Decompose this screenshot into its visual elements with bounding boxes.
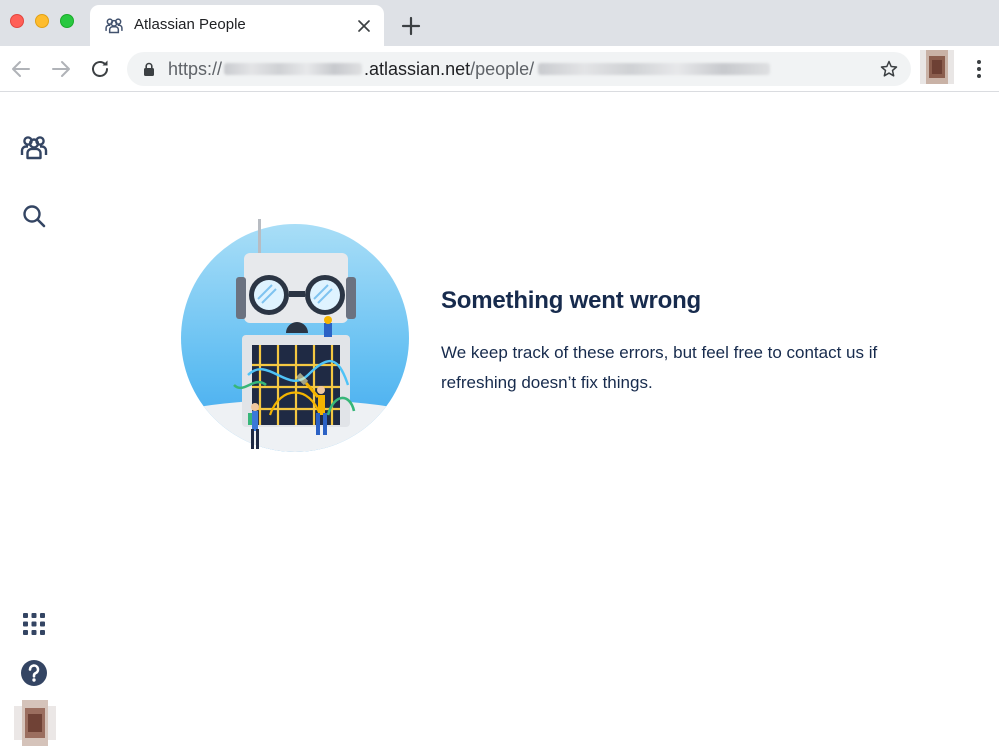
error-message: We keep track of these errors, but feel … [441,343,878,392]
people-icon[interactable] [19,132,49,162]
window-maximize-button[interactable] [60,14,74,28]
url-domain: .atlassian.net [364,58,471,79]
window-minimize-button[interactable] [35,14,49,28]
redacted-subdomain [224,63,363,75]
kebab-menu-icon[interactable] [970,58,988,80]
redacted-path [538,63,771,75]
search-icon[interactable] [19,201,49,231]
profile-avatar[interactable] [920,50,954,84]
error-title: Something went wrong [441,287,701,314]
window-close-button[interactable] [10,14,24,28]
back-arrow-icon[interactable] [10,58,32,80]
lock-icon [144,62,154,76]
app-switcher-icon[interactable] [20,610,48,638]
people-icon [105,18,123,34]
broken-robot-illustration [181,219,409,452]
forward-arrow-icon[interactable] [50,58,72,80]
url-scheme: https:// [168,58,223,79]
browser-titlebar: Atlassian People [0,0,999,46]
reload-icon[interactable] [89,58,111,80]
avatar[interactable] [10,700,60,746]
help-icon[interactable] [20,659,48,687]
url-text[interactable]: https:// .atlassian.net /people/ [168,58,771,79]
tab-close-icon[interactable] [356,18,372,34]
address-bar[interactable]: https:// .atlassian.net /people/ [127,52,911,86]
bookmark-star-icon[interactable] [879,59,899,79]
tab-title: Atlassian People [134,16,246,33]
url-path: /people/ [470,58,535,79]
new-tab-icon[interactable] [401,16,421,36]
browser-toolbar: https:// .atlassian.net /people/ [0,46,999,92]
browser-tab-active[interactable]: Atlassian People [90,5,384,46]
